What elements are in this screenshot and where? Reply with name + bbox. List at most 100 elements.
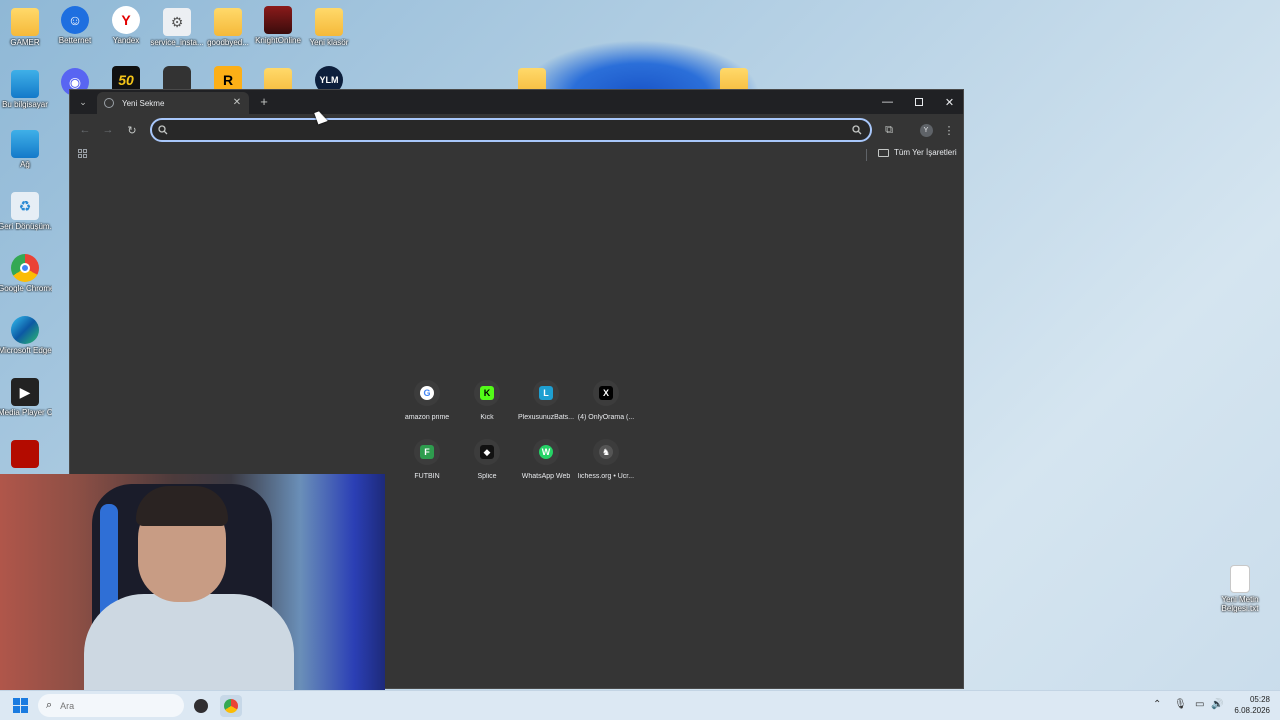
desktop-icon-label: Media Player Classic <box>0 408 52 417</box>
microphone-icon[interactable]: 🎙 <box>1174 699 1187 710</box>
back-button[interactable]: ← <box>77 122 93 138</box>
settings-file-icon: ⚙ <box>163 8 191 36</box>
profile-avatar[interactable]: Y <box>918 122 934 138</box>
desktop-icon-google-chrome[interactable]: Google Chrome <box>0 254 52 293</box>
tab-search-button[interactable]: ⌄ <box>75 94 91 110</box>
extensions-button[interactable]: ⧉ <box>881 122 897 138</box>
puzzle-icon: ⧉ <box>885 123 893 136</box>
windows-logo-icon <box>13 698 20 705</box>
desktop-icon-label: Microsoft Edge <box>0 346 52 355</box>
profile-initial: Y <box>919 123 933 137</box>
menu-button[interactable]: ⋮ <box>941 122 957 138</box>
desktop-icon-label: Google Chrome <box>0 284 52 293</box>
shortcut-tile[interactable]: G amazon prime <box>397 380 457 421</box>
lens-search-icon[interactable] <box>852 125 862 135</box>
reload-button[interactable]: ↻ <box>124 122 140 138</box>
desktop-icon-yandex[interactable]: Y Yandex <box>99 6 153 45</box>
desktop-icon-betternet[interactable]: ☺ Betternet <box>48 6 102 45</box>
search-icon: ⌕ <box>46 699 53 711</box>
shortcut-icon-bg: G <box>414 380 440 406</box>
system-clock[interactable]: 05:28 6.08.2026 <box>1228 694 1270 716</box>
futbin-icon: F <box>420 445 434 459</box>
chrome-icon <box>224 699 238 713</box>
taskbar: ⌕ ⌃ 🎙 ▭ 🔊 05:28 6.08.2026 <box>0 690 1280 720</box>
desktop-icon-label: Ağ <box>20 160 30 169</box>
lichess-icon: ♞ <box>599 445 613 459</box>
desktop-icon-label: service_insta... <box>150 38 204 47</box>
kick-icon: K <box>480 386 494 400</box>
browser-titlebar[interactable]: ⌄ Yeni Sekme ✕ + — ✕ <box>70 90 963 114</box>
desktop-icon-new-text-document[interactable]: Yeni Metin Belgesi.txt <box>1213 565 1267 613</box>
folder-icon <box>11 8 39 36</box>
maximize-icon <box>914 98 923 106</box>
x-logo-icon: X <box>599 386 613 400</box>
shortcut-tile[interactable]: K Kick <box>457 380 517 421</box>
chrome-icon <box>11 254 39 282</box>
bookmarks-bar: Tüm Yer İşaretleri <box>70 146 963 164</box>
shortcut-label: PlexusunuzBats... <box>517 414 575 421</box>
close-tab-icon[interactable]: ✕ <box>231 97 243 109</box>
webcam-overlay <box>0 474 385 690</box>
new-tab-plus-icon[interactable]: + <box>256 94 272 110</box>
close-window-button[interactable]: ✕ <box>934 90 965 114</box>
clock-time: 05:28 <box>1249 695 1270 704</box>
text-file-icon <box>1230 565 1250 593</box>
shortcut-icon-bg: ◆ <box>474 439 500 465</box>
omnibox-input[interactable] <box>176 122 836 138</box>
apps-grid-icon[interactable] <box>78 149 88 159</box>
taskbar-search-input[interactable] <box>60 700 151 711</box>
desktop-icon-pdf[interactable] <box>0 440 52 468</box>
volume-icon[interactable]: 🔊 <box>1211 699 1223 710</box>
computer-icon <box>11 70 39 98</box>
all-bookmarks-button[interactable]: Tüm Yer İşaretleri <box>878 148 957 157</box>
shortcut-tile[interactable]: L PlexusunuzBats... <box>516 380 576 421</box>
desktop-icon-label: Yeni Metin Belgesi.txt <box>1221 595 1259 613</box>
network-icon[interactable]: ▭ <box>1195 699 1204 710</box>
desktop-icon-gamer[interactable]: GAMER <box>0 8 52 47</box>
shortcut-tile[interactable]: W WhatsApp Web <box>516 439 576 480</box>
taskbar-app-chrome[interactable] <box>220 695 242 717</box>
address-bar[interactable] <box>150 118 872 142</box>
betternet-icon: ☺ <box>61 6 89 34</box>
yandex-icon: Y <box>112 6 140 34</box>
shortcut-label: (4) OnlyOrama (... <box>577 414 635 421</box>
taskbar-search[interactable]: ⌕ <box>38 694 184 717</box>
desktop-icon-label: Yeni klasör <box>309 38 349 47</box>
taskbar-app-obs[interactable] <box>190 695 212 717</box>
shortcut-label: WhatsApp Web <box>521 473 571 480</box>
tab-new-tab[interactable]: Yeni Sekme ✕ <box>97 92 249 114</box>
maximize-button[interactable] <box>903 90 934 114</box>
shortcut-tile[interactable]: ♞ lichess.org • Ücr... <box>576 439 636 480</box>
shortcut-tile[interactable]: F FUTBIN <box>397 439 457 480</box>
pdf-icon <box>11 440 39 468</box>
shortcut-label: FUTBIN <box>414 473 440 480</box>
desktop-icon-service-installer[interactable]: ⚙ service_insta... <box>150 8 204 47</box>
desktop-icon-goodbyedpi[interactable]: goodbyed... <box>201 8 255 47</box>
desktop-icon-new-folder[interactable]: Yeni klasör <box>302 8 356 47</box>
shortcut-tile[interactable]: X (4) OnlyOrama (... <box>576 380 636 421</box>
desktop-icon-media-player-classic[interactable]: ▶ Media Player Classic <box>0 378 52 417</box>
desktop-icon-this-pc[interactable]: Bu bilgisayar <box>0 70 52 109</box>
desktop-icon-label: Bu bilgisayar <box>2 100 48 109</box>
shortcut-icon-bg: K <box>474 380 500 406</box>
desktop-icon-microsoft-edge[interactable]: Microsoft Edge <box>0 316 52 355</box>
tab-title: Yeni Sekme <box>122 98 165 108</box>
forward-button[interactable]: → <box>100 122 116 138</box>
chevron-up-icon[interactable]: ⌃ <box>1153 699 1161 710</box>
start-button[interactable] <box>13 698 29 714</box>
desktop-icon-recycle-bin[interactable]: ♻ Geri Dönüşüm... <box>0 192 52 231</box>
media-player-icon: ▶ <box>11 378 39 406</box>
shortcut-label: amazon prime <box>404 414 450 421</box>
desktop-icon-label: GAMER <box>10 38 40 47</box>
shortcut-tile[interactable]: ◆ Splice <box>457 439 517 480</box>
desktop-icon-label: Betternet <box>58 36 92 45</box>
network-icon <box>11 130 39 158</box>
shortcut-icon-bg: L <box>533 380 559 406</box>
shortcut-icon-bg: F <box>414 439 440 465</box>
desktop-icon-network[interactable]: Ağ <box>0 130 52 169</box>
desktop-icon-label: KnightOnline <box>255 36 301 45</box>
desktop-icon-knightonline[interactable]: KnightOnline <box>251 6 305 45</box>
folder-icon <box>214 8 242 36</box>
minimize-button[interactable]: — <box>872 90 903 114</box>
whatsapp-icon: W <box>539 445 553 459</box>
